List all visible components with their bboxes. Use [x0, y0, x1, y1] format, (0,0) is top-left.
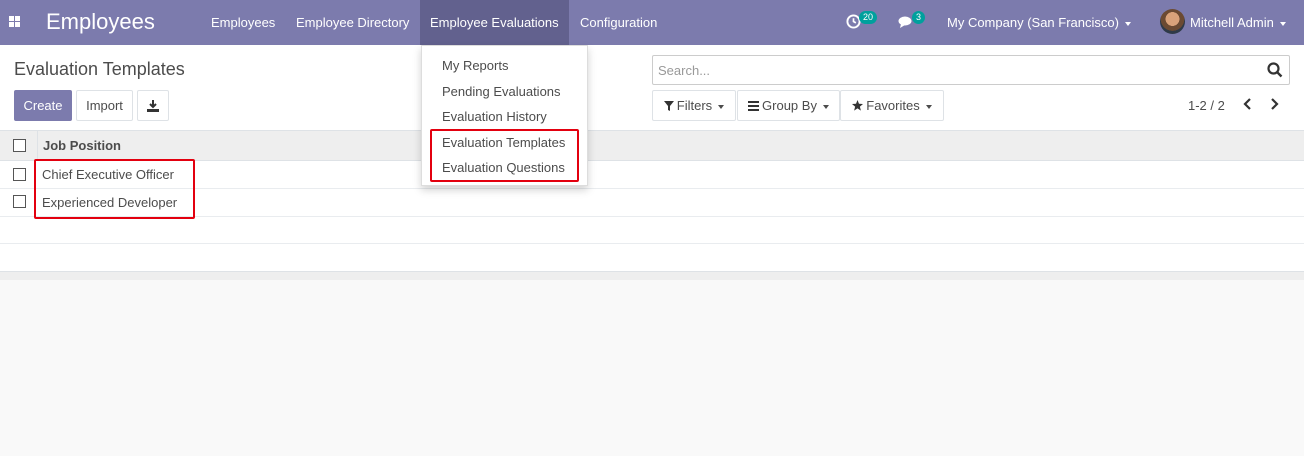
chevron-down-icon: [925, 104, 932, 109]
row-checkbox[interactable]: [13, 168, 26, 181]
group-by-label: Group By: [762, 98, 817, 113]
search-input[interactable]: [653, 56, 1243, 84]
list-header: Job Position: [0, 131, 1304, 161]
user-name: Mitchell Admin: [1190, 15, 1274, 30]
filters-label: Filters: [676, 98, 713, 113]
highlight-box-list-rows: [34, 159, 195, 219]
menu-item-pending-evaluations[interactable]: Pending Evaluations: [442, 84, 561, 99]
list-view: Job Position Chief Executive Officer Exp…: [0, 131, 1304, 280]
list-footer: [0, 244, 1304, 272]
list-bottom-border: [0, 272, 1304, 280]
menu-employee-evaluations[interactable]: Employee Evaluations: [420, 0, 569, 45]
group-by-button[interactable]: Group By: [737, 90, 840, 121]
list-bars-icon: [748, 101, 760, 111]
select-all-checkbox[interactable]: [13, 139, 26, 152]
download-icon: [147, 100, 159, 112]
pager-next-icon[interactable]: [1267, 96, 1281, 112]
download-button[interactable]: [137, 90, 169, 121]
top-navbar: Employees Employees Employee Directory E…: [0, 0, 1304, 45]
filter-icon: [663, 101, 674, 111]
app-title[interactable]: Employees: [46, 9, 155, 35]
column-divider: [37, 131, 38, 161]
control-panel: Evaluation Templates Create Import Filte…: [0, 45, 1304, 131]
apps-menu-icon[interactable]: [9, 16, 20, 27]
favorites-label: Favorites: [866, 98, 920, 113]
search-box: [652, 55, 1290, 85]
table-row[interactable]: Experienced Developer: [0, 189, 1304, 217]
menu-employee-directory[interactable]: Employee Directory: [286, 0, 419, 45]
chevron-down-icon: [1279, 21, 1286, 26]
company-switcher[interactable]: My Company (San Francisco): [947, 0, 1131, 45]
chevron-down-icon: [718, 104, 725, 109]
menu-item-my-reports[interactable]: My Reports: [442, 58, 508, 73]
user-avatar[interactable]: [1160, 9, 1185, 34]
pager-previous-icon[interactable]: [1241, 96, 1255, 112]
menu-configuration[interactable]: Configuration: [570, 0, 667, 45]
highlight-box-menu-items: [430, 129, 579, 182]
row-checkbox[interactable]: [13, 195, 26, 208]
empty-row: [0, 217, 1304, 244]
table-row[interactable]: Chief Executive Officer: [0, 161, 1304, 189]
page-title: Evaluation Templates: [14, 59, 185, 79]
chevron-down-icon: [1124, 21, 1131, 26]
column-header-job-position[interactable]: Job Position: [43, 138, 121, 153]
pager-value[interactable]: 1-2 / 2: [1188, 98, 1225, 113]
user-menu[interactable]: Mitchell Admin: [1190, 0, 1286, 45]
messages-badge: 3: [912, 11, 926, 24]
favorites-button[interactable]: Favorites: [840, 90, 944, 121]
menu-employees[interactable]: Employees: [201, 0, 285, 45]
star-icon: [852, 100, 864, 111]
filters-button[interactable]: Filters: [652, 90, 736, 121]
search-icon[interactable]: [1267, 62, 1283, 78]
chevron-down-icon: [822, 104, 829, 109]
create-button[interactable]: Create: [14, 90, 72, 121]
import-button[interactable]: Import: [76, 90, 133, 121]
company-name: My Company (San Francisco): [947, 15, 1119, 30]
menu-item-evaluation-history[interactable]: Evaluation History: [442, 109, 547, 124]
activities-badge: 20: [859, 11, 878, 24]
